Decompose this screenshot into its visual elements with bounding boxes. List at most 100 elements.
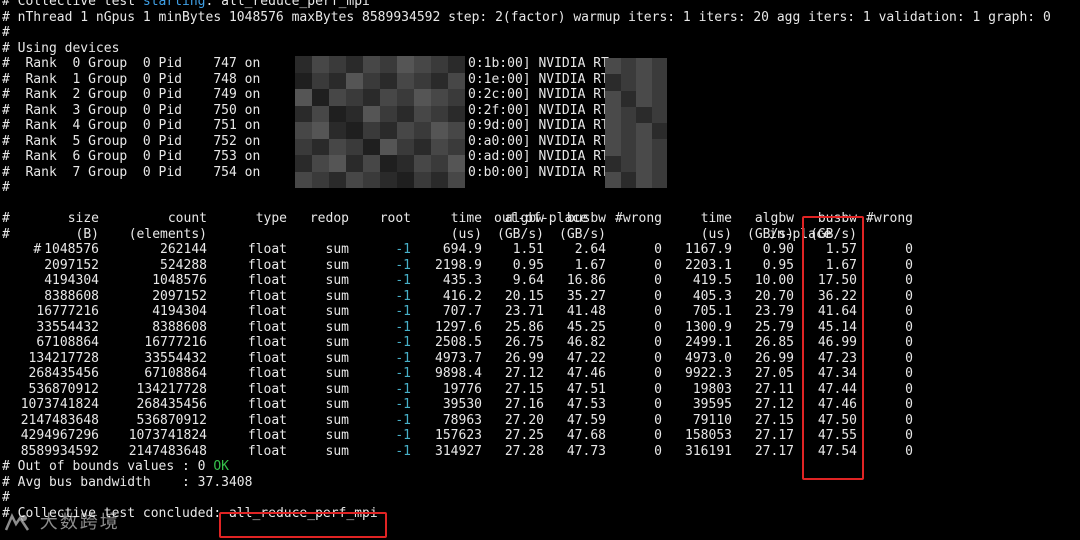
cell-redop: sum [325,397,349,412]
cell-busbw-in: 1.67 [825,257,857,273]
concluded-line: # Collective test concluded: all_reduce_… [2,506,1078,522]
cell-time-in: 158053 [685,428,732,443]
cell-algbw-in: 27.05 [754,366,794,381]
cell-wrong-in: 0 [905,350,913,366]
cell-redop: sum [325,242,349,257]
out-of-bounds-label: # Out of bounds values : 0 [2,459,214,474]
cell-wrong-in: 0 [905,428,913,443]
results-table: 1048576 262144 float sum -1 694.9 1.51 2.64 0 116… [2,242,1078,459]
header-time-in: (us) [700,226,732,242]
cell-size: 1048576 [44,242,99,257]
comment-blank: # [2,180,10,195]
cell-busbw-out: 35.27 [566,288,606,304]
cell-count: 2097152 [152,288,207,304]
cell-wrong-out: 0 [654,381,662,397]
device-pci-info: 0:ad:00] NVIDIA RT [468,149,609,164]
device-pci-info: 0:1e:00] NVIDIA RT [468,71,609,87]
cell-count: 1073741824 [128,428,207,443]
cell-wrong-in: 0 [905,319,913,335]
cell-busbw-out: 2.64 [574,242,606,257]
header-count: count [167,211,207,226]
cell-busbw-in: 41.64 [817,304,857,319]
cell-algbw-out: 27.28 [504,443,544,459]
cell-busbw-in: 47.55 [817,428,857,443]
cell-wrong-out: 0 [654,257,662,273]
cell-redop: sum [325,412,349,428]
header-wrong-in: #wrong [866,211,913,226]
device-pci-info: 0:2c:00] NVIDIA RT [468,87,609,102]
cell-redop: sum [325,319,349,335]
cell-size: 8388608 [44,288,99,304]
cell-root: -1 [395,257,411,273]
device-line: # Rank 2 Group 0 Pid 749 on 0:2c:00] NVID… [2,87,1078,103]
cell-size: 268435456 [28,366,99,381]
header-count: (elements) [128,226,207,242]
table-row: 8388608 2097152 float sum -1 416.2 20.15 35.27 0… [2,289,1078,305]
cell-algbw-out: 9.64 [512,273,544,288]
table-row: 536870912 134217728 float sum -1 19776 27.15 47… [2,382,1078,398]
cell-wrong-out: 0 [654,242,662,257]
cell-algbw-in: 27.12 [754,397,794,412]
cell-type: float [247,304,287,319]
cell-time-out: 435.3 [442,273,482,288]
header-type: type [255,211,287,226]
cell-type: float [247,257,287,273]
cell-wrong-in: 0 [905,257,913,273]
cell-count: 8388608 [152,319,207,335]
cell-busbw-in: 17.50 [817,273,857,288]
cell-busbw-out: 47.51 [566,381,606,397]
cell-busbw-out: 41.48 [566,304,606,319]
cell-algbw-in: 26.99 [754,350,794,366]
cell-time-out: 19776 [442,381,482,397]
cell-time-out: 694.9 [442,242,482,257]
cell-busbw-in: 36.22 [817,288,857,304]
cell-algbw-out: 1.51 [512,242,544,257]
device-pci-info: 0:9d:00] NVIDIA RT [468,118,609,133]
cell-time-in: 79110 [692,412,732,428]
cell-time-in: 2203.1 [685,257,732,273]
cell-busbw-out: 45.25 [566,319,606,335]
cell-algbw-out: 26.75 [504,335,544,350]
watermark-logo-icon [4,513,30,531]
cell-busbw-out: 16.86 [566,273,606,288]
cell-root: -1 [395,335,411,350]
device-line: # Rank 7 Group 0 Pid 754 on 0:b0:00] NVID… [2,165,1078,181]
table-row: 2147483648 536870912 float sum -1 78963 27.20 4… [2,413,1078,429]
cell-time-in: 4973.0 [685,350,732,366]
device-rank-info: # Rank 7 Group 0 Pid 754 on [2,164,261,180]
cell-busbw-out: 47.46 [566,366,606,381]
device-rank-info: # Rank 5 Group 0 Pid 752 on [2,133,261,149]
cell-root: -1 [395,397,411,412]
cell-wrong-in: 0 [905,335,913,350]
cell-root: -1 [395,273,411,288]
cell-algbw-out: 27.16 [504,397,544,412]
table-row: 1048576 262144 float sum -1 694.9 1.51 2.64 0 116… [2,242,1078,258]
cell-count: 134217728 [136,381,207,397]
device-rank-info: # Rank 4 Group 0 Pid 751 on [2,118,261,133]
cell-root: -1 [395,304,411,319]
cell-redop: sum [325,304,349,319]
cell-wrong-in: 0 [905,381,913,397]
cell-size: 134217728 [28,350,99,366]
cell-busbw-out: 47.68 [566,428,606,443]
cell-redop: sum [325,366,349,381]
cell-algbw-in: 0.95 [762,257,794,273]
cell-type: float [247,319,287,335]
table-row: 1073741824 268435456 float sum -1 39530 27.16 4… [2,397,1078,413]
using-devices-line: # Using devices [2,40,120,56]
header-busbw-out: (GB/s) [559,226,606,242]
cell-type: float [247,397,287,412]
cell-algbw-in: 10.00 [754,273,794,288]
header-time-in: time [700,211,732,226]
device-line: # Rank 5 Group 0 Pid 752 on 0:a0:00] NVID… [2,134,1078,150]
terminal-output[interactable]: # Collective test starting: all_reduce_p… [2,0,1078,521]
cell-wrong-in: 0 [905,412,913,428]
header-busbw-in: busbw [817,211,857,226]
cell-type: float [247,366,287,381]
cell-type: float [247,242,287,257]
device-line: # Rank 6 Group 0 Pid 753 on 0:ad:00] NVID… [2,149,1078,165]
cell-redop: sum [325,428,349,443]
cell-algbw-out: 27.25 [504,428,544,443]
cell-time-in: 39595 [692,397,732,412]
cell-redop: sum [325,443,349,459]
